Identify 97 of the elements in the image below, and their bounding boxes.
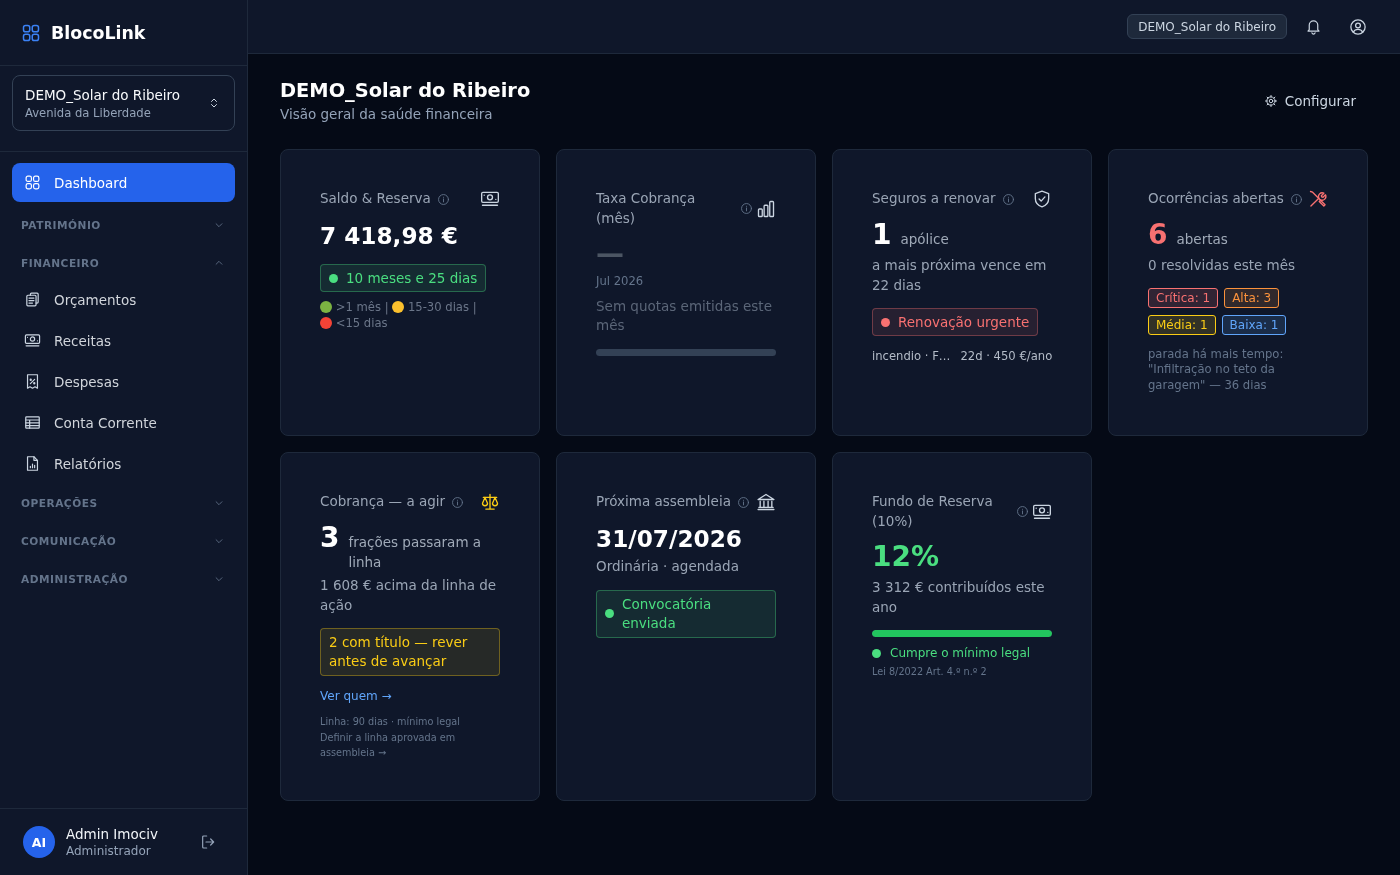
scales-icon [480,492,500,512]
count-value: 3 [320,521,340,555]
card-title: Cobrança — a agir [320,492,446,512]
property-address: Avenida da Liberdade [25,104,152,121]
settings-icon [1263,93,1278,108]
user-circle-icon[interactable] [1349,17,1367,36]
callout-text: Convocatória enviada [622,594,713,633]
legend-separator: | [472,300,477,314]
nav-section-toggle[interactable]: FINANCEIRO [12,244,235,282]
chevron-down-icon [214,536,224,546]
legend-separator: | [384,300,389,314]
count-unit: apólice [900,230,949,249]
callout-text: 2 com título — rever antes de avançar [329,633,469,671]
count-value: — [596,237,624,271]
amount-value: 7 418,98 € [320,221,459,251]
property-chip[interactable]: DEMO_Solar do Ribeiro [1127,14,1287,39]
card-title: Fundo de Reserva (10%) [872,492,994,531]
description: 3 312 € contribuídos este ano [872,578,1046,617]
description: Ordinária · agendada [596,557,740,576]
user-avatar: AI [23,826,55,858]
legend-label: 15-30 dias [407,300,469,314]
nav-item[interactable]: Receitas [12,320,235,361]
priority-tag: Baixa: 1 [1221,314,1287,335]
count-value: 12% [872,540,940,574]
info-icon [437,193,449,205]
legend-label: >1 mês [335,300,381,314]
footnote: Linha: 90 dias · mínimo legal [320,715,461,729]
nav-section-toggle[interactable]: ADMINISTRAÇÃO [12,560,235,598]
info-icon [1290,193,1302,205]
priority-tag: Crítica: 1 [1148,287,1219,308]
nav-item[interactable]: Orçamentos [12,279,235,320]
nav-section-toggle[interactable]: OPERAÇÕES [12,484,235,522]
card-title: Ocorrências abertas [1148,189,1284,209]
badge-label: Renovação urgente [898,314,1030,330]
property-name: DEMO_Solar do Ribeiro [25,85,181,104]
nav-item[interactable]: Despesas [12,361,235,402]
link[interactable]: Ver quem → [320,687,392,705]
brand-name: BlocoLink [51,22,146,43]
notifications-icon[interactable] [1305,18,1322,35]
badge-label: 10 meses e 25 dias [346,270,478,286]
priority-tag: Alta: 3 [1224,287,1280,308]
info-icon [1002,193,1014,205]
caption: Jul 2026 [596,274,645,290]
info-icon [741,203,752,214]
chevron-up-icon [214,258,224,268]
chevron-down-icon [214,220,224,230]
receipt-icon [24,373,41,390]
grid-icon [24,174,41,191]
configure-button[interactable]: Configurar [1251,84,1368,117]
info-icon [452,496,464,508]
legend-label: <15 dias [335,315,388,330]
footnote-link[interactable]: Definir a linha aprovada em assembleia → [320,730,500,760]
empty-state-text: Sem quotas emitidas este mês [596,296,773,335]
amount-value: 31/07/2026 [596,524,743,554]
user-name: Admin Imociv [66,824,159,843]
tools-icon [1308,189,1328,209]
card-title: Taxa Cobrança (mês) [596,189,697,228]
count-unit: abertas [1176,230,1228,249]
table-icon [24,414,41,431]
chevron-down-icon [214,574,224,584]
user-role: Administrador [66,842,152,860]
logout-icon[interactable] [200,834,216,850]
policy-detail: incendio · F… [872,348,951,364]
bank-building-icon [756,492,776,512]
chevron-down-icon [214,498,224,508]
info-icon [737,496,749,508]
clipboard-icon [24,291,41,308]
logo-icon [21,22,41,43]
description: 0 resolvidas este mês [1148,256,1297,275]
priority-tag: Média: 1 [1148,314,1216,335]
caption: parada há mais tempo: "Infiltração no teto da garagem" — 36 dias [1148,346,1285,393]
status-text: Cumpre o mínimo legal [890,645,1031,661]
chevron-up-down-icon [208,97,220,109]
card-title: Próxima assembleia [596,492,731,512]
banknote-icon [24,332,41,349]
property-selector[interactable]: DEMO_Solar do Ribeiro Avenida da Liberdade [12,75,235,131]
shield-check-icon [1032,189,1052,209]
nav-item[interactable]: Conta Corrente [12,402,235,443]
page-subtitle: Visão geral da saúde financeira [280,105,494,124]
nav-section-toggle[interactable]: PATRIMÓNIO [12,206,235,244]
nav-item[interactable]: Relatórios [12,443,235,484]
nav-section-toggle[interactable]: COMUNICAÇÃO [12,522,235,560]
bar-chart-icon [756,198,776,219]
card-title: Saldo & Reserva [320,189,431,209]
count-value: 1 [872,218,892,252]
footnote: Lei 8/2022 Art. 4.º n.º 2 [872,665,988,679]
count-value: 6 [1148,218,1168,252]
banknote-icon [480,189,500,209]
page-title: DEMO_Solar do Ribeiro [280,79,531,103]
description: a mais próxima vence em 22 dias [872,256,1048,295]
policy-detail: 22d · 450 €/ano [960,348,1053,364]
info-icon [1017,506,1028,517]
description: 1 608 € acima da linha de ação [320,576,498,615]
document-chart-icon [24,455,41,472]
card-title: Seguros a renovar [872,189,996,209]
nav-item[interactable]: Dashboard [12,163,235,202]
count-unit: frações passaram a linha [348,533,483,572]
